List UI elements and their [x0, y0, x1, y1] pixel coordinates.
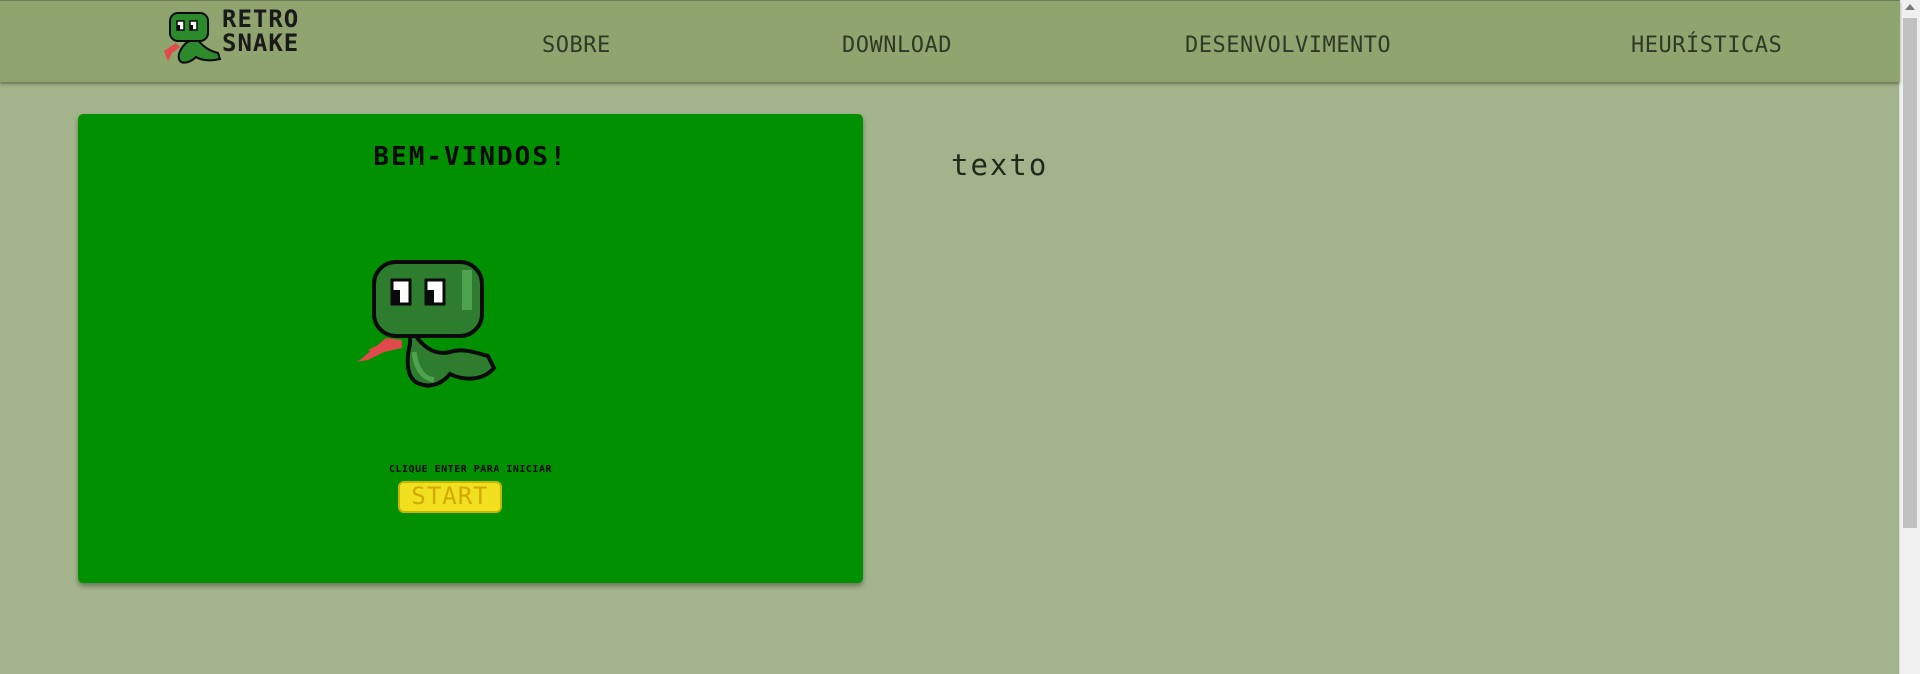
nav-heuristicas[interactable]: HEURÍSTICAS	[1631, 33, 1782, 58]
content-text: texto	[951, 148, 1049, 182]
retro-snake-logo[interactable]: RETRO SNAKE	[162, 7, 322, 71]
game-panel[interactable]: BEM-VINDOS! CLIQUE ENTER PARA INICIAR ST…	[78, 114, 863, 583]
site-header: RETRO SNAKE SOBRE DOWNLOAD DESENVOLVIMEN…	[0, 0, 1900, 82]
logo-line-1: RETRO	[222, 5, 300, 33]
logo-line-2: SNAKE	[222, 29, 300, 57]
logo-text: RETRO SNAKE	[222, 7, 299, 55]
start-hint: CLIQUE ENTER PARA INICIAR	[388, 464, 552, 475]
nav-sobre[interactable]: SOBRE	[542, 33, 611, 58]
vertical-scrollbar[interactable]	[1899, 0, 1920, 674]
snake-mascot-icon	[356, 260, 497, 388]
scroll-up-arrow-icon[interactable]	[1905, 4, 1915, 10]
snake-logo-icon	[164, 12, 222, 64]
page: RETRO SNAKE SOBRE DOWNLOAD DESENVOLVIMEN…	[0, 0, 1920, 674]
start-button[interactable]: START	[398, 481, 502, 513]
scroll-thumb[interactable]	[1903, 18, 1917, 528]
nav-desenvolvimento[interactable]: DESENVOLVIMENTO	[1185, 33, 1391, 58]
nav-download[interactable]: DOWNLOAD	[842, 33, 952, 58]
game-title: BEM-VINDOS!	[373, 142, 568, 172]
